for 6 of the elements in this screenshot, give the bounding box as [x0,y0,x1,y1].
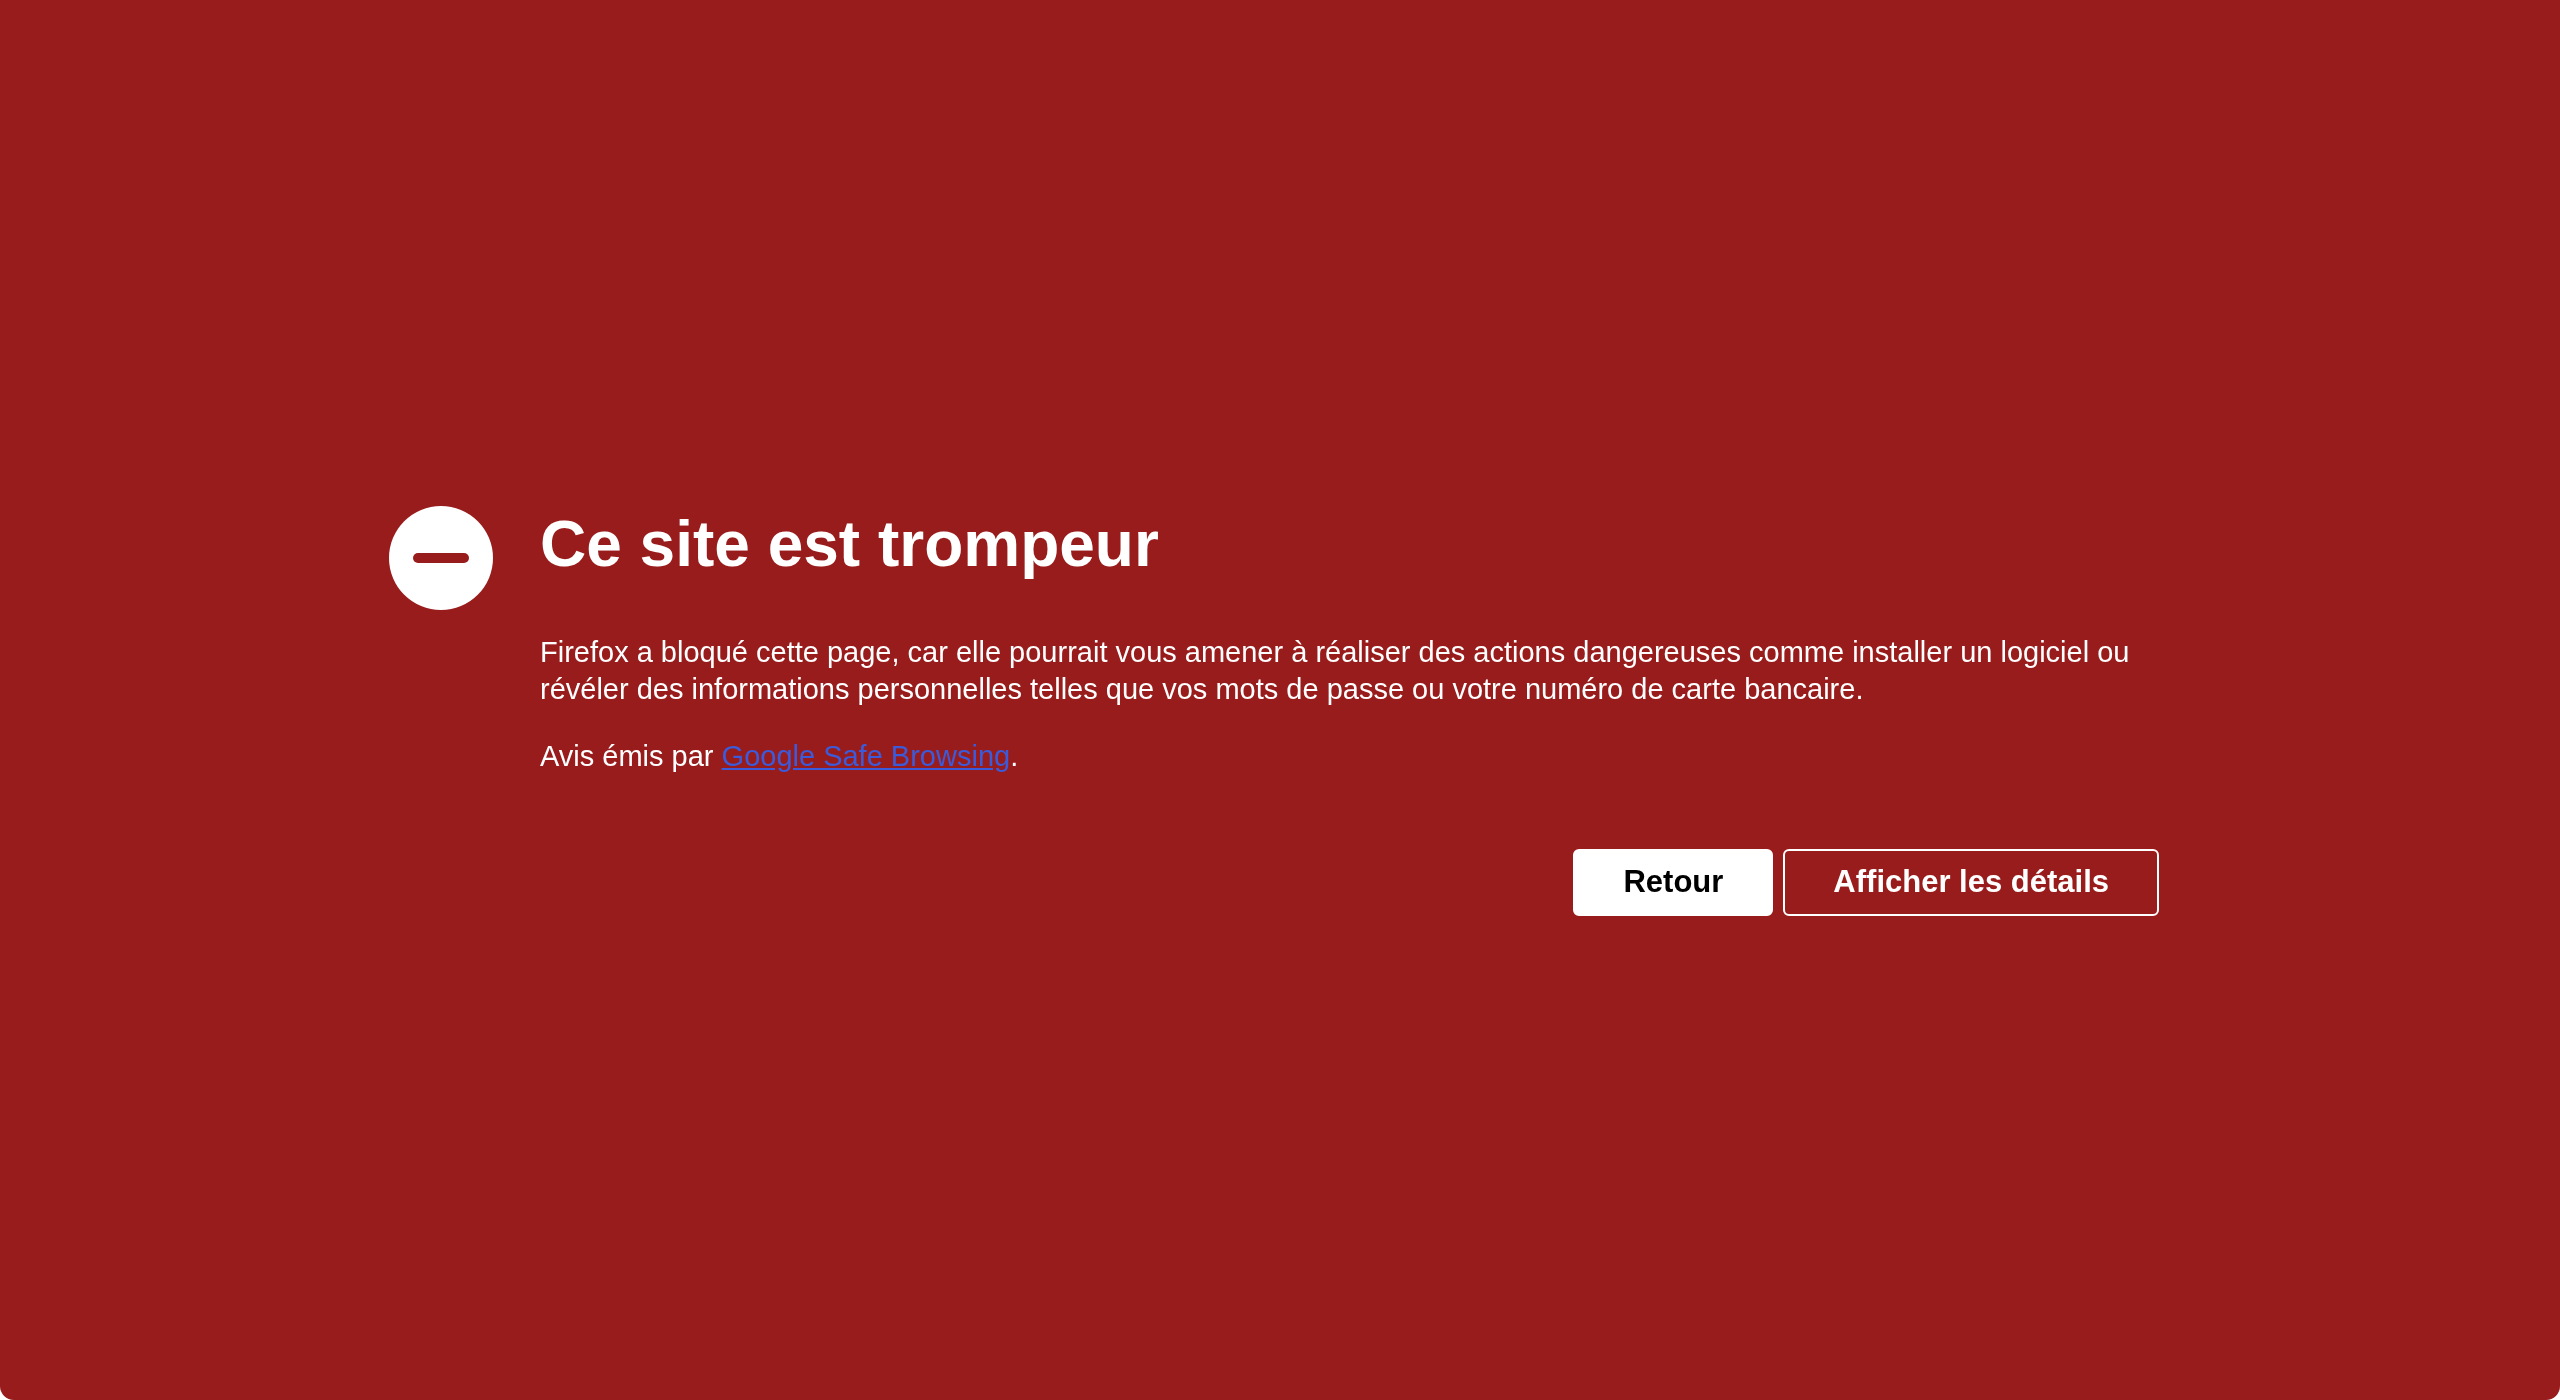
back-button[interactable]: Retour [1573,849,1774,916]
blocked-icon [389,506,493,610]
advisory-text: Avis émis par Google Safe Browsing. [540,739,1019,774]
warning-description: Firefox a bloqué cette page, car elle pourrait vous amener à réaliser des actions dangereuses comme installer un logiciel ou révéler des informations personnelles telles que vos mots de passe ou votre numéro de carte bancaire. [540,635,2131,707]
page-title: Ce site est trompeur [540,508,1159,580]
details-button[interactable]: Afficher les détails [1783,849,2159,916]
